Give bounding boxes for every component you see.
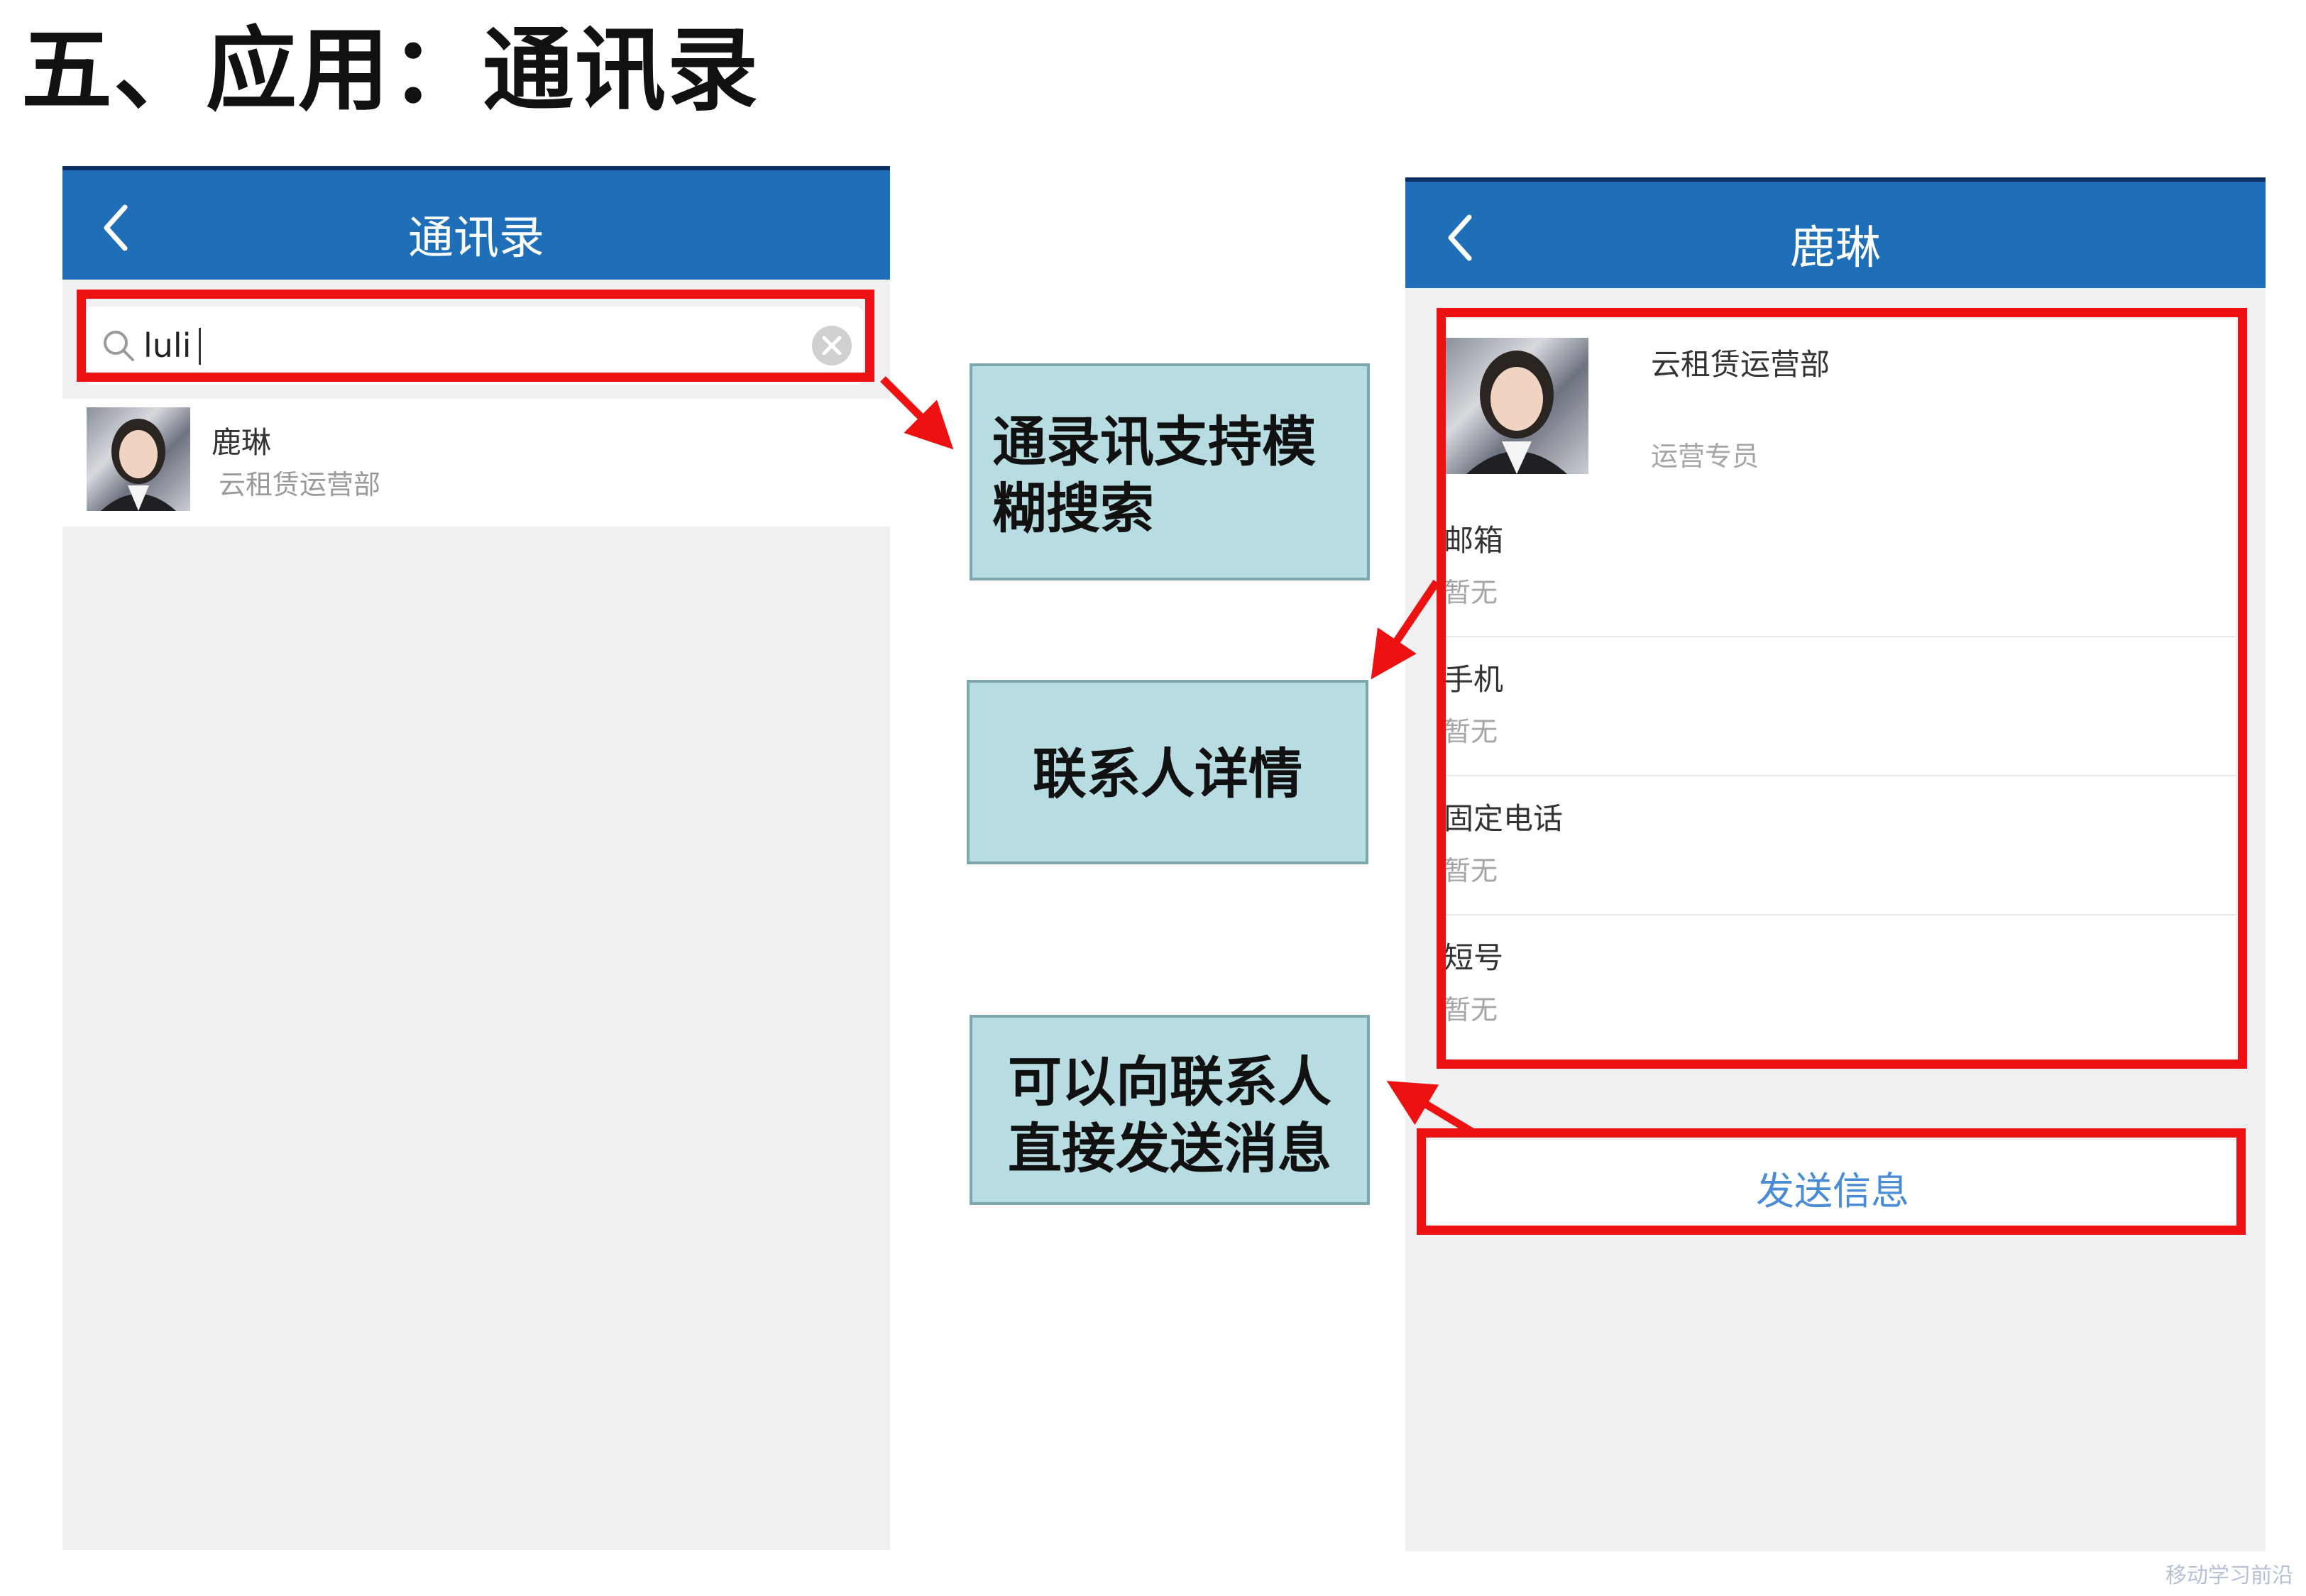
arrow-to-contact-detail <box>1371 579 1440 680</box>
connector-arrows <box>880 376 1476 1136</box>
arrow-to-send-message <box>1386 1081 1476 1136</box>
arrow-to-fuzzy-search <box>880 376 954 450</box>
watermark: 移动学习前沿 <box>2165 1563 2293 1588</box>
